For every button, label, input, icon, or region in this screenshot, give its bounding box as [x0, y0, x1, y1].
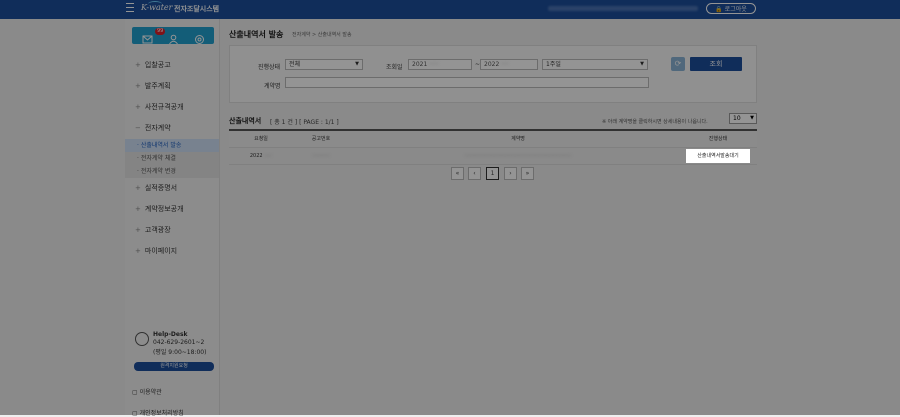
cell-status[interactable]: 산출내역서발송대기: [687, 150, 749, 162]
modal-overlay: [0, 0, 900, 415]
